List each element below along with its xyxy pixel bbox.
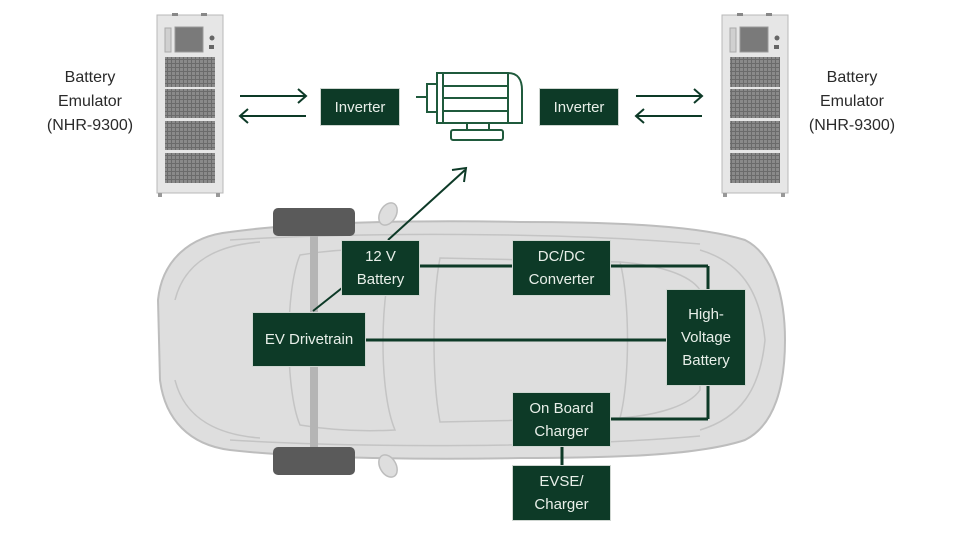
high-voltage-battery-label: High- Voltage Battery [680, 306, 732, 369]
front-left-wheel [273, 208, 355, 236]
on-board-charger-block: On Board Charger [512, 392, 611, 447]
left-inverter-block: Inverter [320, 88, 400, 126]
right-battery-emulator-label: Battery Emulator (NHR-9300) [808, 69, 896, 134]
on-board-charger-label: On Board Charger [529, 399, 594, 440]
dcdc-converter-block: DC/DC Converter [512, 240, 611, 296]
evse-charger-label: EVSE/ Charger [534, 473, 589, 513]
ev-drivetrain-block: EV Drivetrain [252, 312, 366, 367]
right-inverter-label: Inverter [553, 98, 605, 116]
12v-battery-block: 12 V Battery [341, 240, 420, 296]
front-right-wheel [273, 447, 355, 475]
left-bidirectional-arrows-icon [238, 88, 308, 124]
dcdc-converter-label: DC/DC Converter [528, 248, 595, 288]
12v-battery-label: 12 V Battery [356, 248, 405, 288]
right-bidirectional-arrows-icon [634, 88, 704, 124]
left-inverter-label: Inverter [334, 98, 386, 116]
electric-motor-icon [416, 72, 523, 141]
left-battery-emulator-cabinet-icon [156, 13, 224, 197]
left-battery-emulator-label: Battery Emulator (NHR-9300) [46, 69, 134, 134]
right-inverter-block: Inverter [539, 88, 619, 126]
right-battery-emulator-cabinet-icon [721, 13, 789, 197]
high-voltage-battery-block: High- Voltage Battery [666, 289, 746, 386]
ev-drivetrain-label: EV Drivetrain [264, 331, 354, 348]
evse-charger-block: EVSE/ Charger [512, 465, 611, 521]
